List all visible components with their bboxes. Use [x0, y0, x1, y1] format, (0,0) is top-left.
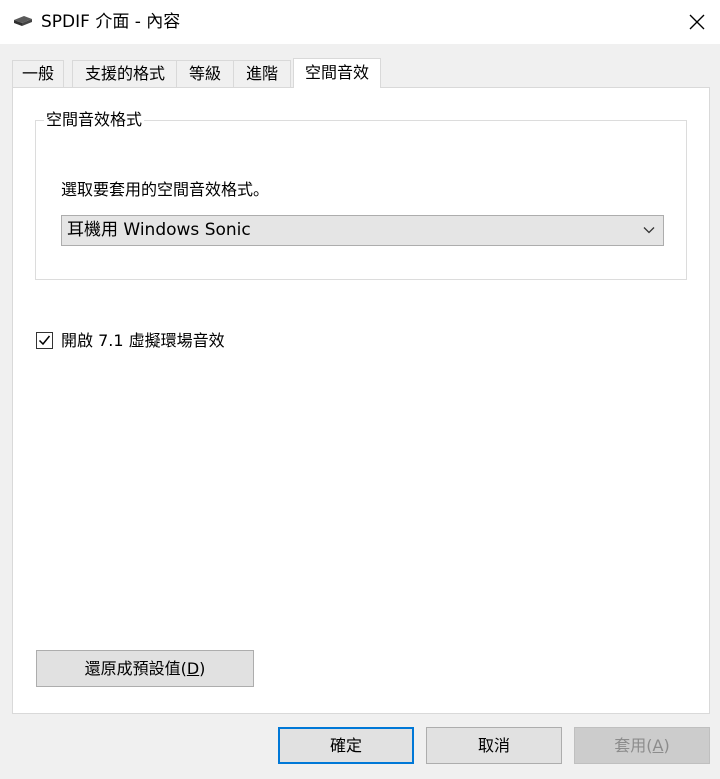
apply-accelerator: A [652, 736, 664, 755]
chevron-down-icon [643, 227, 655, 234]
tab-levels[interactable]: 等級 [176, 60, 234, 87]
tab-supported-formats[interactable]: 支援的格式 [72, 60, 178, 87]
spatial-format-dropdown[interactable]: 耳機用 Windows Sonic [61, 215, 664, 246]
cancel-button[interactable]: 取消 [426, 727, 562, 764]
dropdown-selected-value: 耳機用 Windows Sonic [67, 220, 251, 240]
restore-defaults-button[interactable]: 還原成預設值(D) [36, 650, 254, 687]
apply-button[interactable]: 套用(A) [574, 727, 710, 764]
group-title: 空間音效格式 [44, 109, 145, 131]
restore-label-end: ) [199, 659, 206, 678]
tab-panel-spatial-sound: 空間音效格式 選取要套用的空間音效格式。 耳機用 Windows Sonic 開… [12, 87, 710, 714]
close-icon [689, 14, 705, 30]
properties-dialog: SPDIF 介面 - 內容 一般 支援的格式 等級 進階 空間音效 空間音效格式… [0, 0, 720, 779]
checkmark-icon [38, 335, 51, 346]
apply-label-end: ) [663, 736, 670, 755]
virtual-surround-label: 開啟 7.1 虛擬環場音效 [61, 331, 225, 350]
restore-accelerator: D [186, 659, 200, 678]
tab-strip: 一般 支援的格式 等級 進階 空間音效 [12, 58, 712, 88]
restore-label: 還原成預設值( [84, 659, 187, 678]
speaker-device-icon [12, 13, 34, 29]
tab-spatial-sound[interactable]: 空間音效 [293, 58, 381, 88]
ok-button[interactable]: 確定 [278, 727, 414, 764]
title-bar: SPDIF 介面 - 內容 [0, 0, 720, 44]
apply-label: 套用( [614, 736, 653, 755]
window-title: SPDIF 介面 - 內容 [41, 12, 181, 32]
virtual-surround-checkbox[interactable] [36, 332, 53, 349]
close-button[interactable] [674, 0, 720, 44]
format-description: 選取要套用的空間音效格式。 [61, 180, 270, 199]
tab-general[interactable]: 一般 [12, 60, 64, 87]
tab-advanced[interactable]: 進階 [233, 60, 291, 87]
spatial-format-group: 空間音效格式 選取要套用的空間音效格式。 耳機用 Windows Sonic [35, 109, 687, 280]
